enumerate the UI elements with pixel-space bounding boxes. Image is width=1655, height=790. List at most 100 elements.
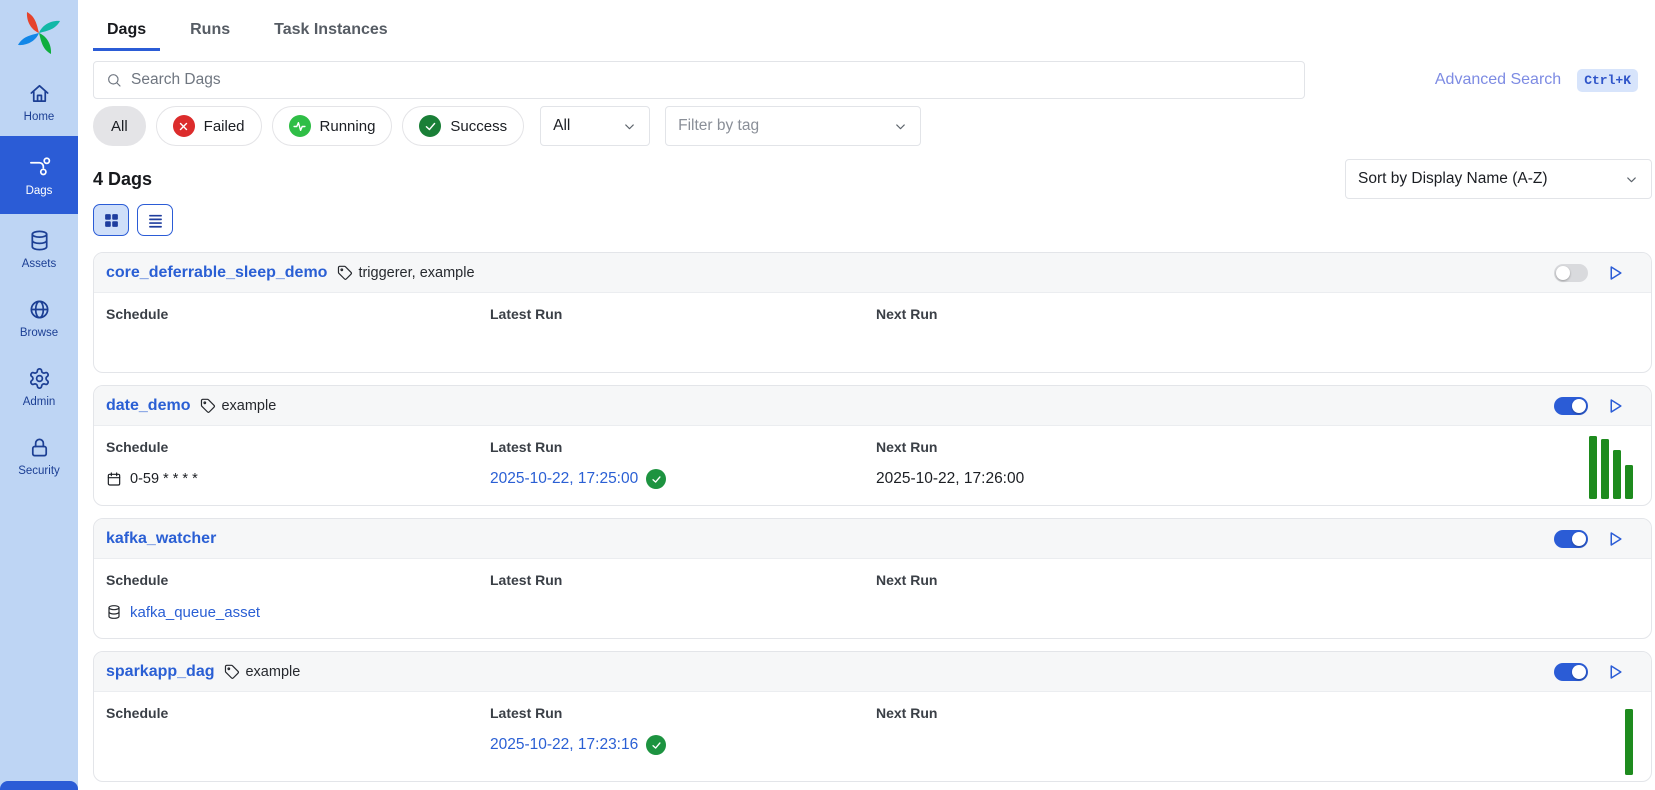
failed-status-icon <box>173 115 195 137</box>
next-run-value <box>876 335 937 357</box>
dag-pause-toggle[interactable] <box>1554 397 1588 415</box>
sidebar-item-assets[interactable]: Assets <box>0 214 78 283</box>
card-view-button[interactable] <box>93 204 129 236</box>
lock-icon <box>28 436 51 459</box>
next-run-column-label: Next Run <box>876 572 937 588</box>
schedule-column-label: Schedule <box>106 439 198 455</box>
keyboard-shortcut-badge: Ctrl+K <box>1577 69 1638 92</box>
sidebar: Home Dags Assets Browse Admin <box>0 0 78 790</box>
view-toggle-group <box>93 204 1652 236</box>
database-icon <box>28 229 51 252</box>
recent-run-history[interactable] <box>1589 436 1633 499</box>
latest-run-column-label: Latest Run <box>490 306 562 322</box>
trigger-dag-button[interactable] <box>1605 529 1625 549</box>
run-duration-bar[interactable] <box>1625 465 1633 499</box>
advanced-search-link[interactable]: Advanced Search <box>1435 71 1561 89</box>
sidebar-item-home[interactable]: Home <box>0 67 78 136</box>
success-badge <box>646 735 666 755</box>
tag-icon <box>224 664 240 680</box>
run-duration-bar[interactable] <box>1589 436 1597 499</box>
run-duration-bar[interactable] <box>1601 439 1609 499</box>
dag-pause-toggle[interactable] <box>1554 264 1588 282</box>
latest-run-column-label: Latest Run <box>490 572 562 588</box>
dag-list: core_deferrable_sleep_demo triggerer, ex… <box>93 252 1652 782</box>
schedule-column-label: Schedule <box>106 705 168 721</box>
dag-icon <box>28 156 51 179</box>
dag-pause-toggle[interactable] <box>1554 663 1588 681</box>
table-view-button[interactable] <box>137 204 173 236</box>
sidebar-item-dags[interactable]: Dags <box>0 136 78 214</box>
schedule-column-label: Schedule <box>106 306 168 322</box>
latest-run-column-label: Latest Run <box>490 705 666 721</box>
sidebar-item-label: Admin <box>23 396 56 408</box>
search-row: Search Dags Advanced Search Ctrl+K <box>93 61 1652 99</box>
dag-card: kafka_watcher Schedule <box>93 518 1652 639</box>
grid-icon <box>103 212 120 229</box>
sidebar-item-label: Assets <box>22 258 57 270</box>
home-icon <box>28 82 51 105</box>
latest-run-value <box>490 335 562 357</box>
latest-run-value: 2025-10-22, 17:23:16 <box>490 734 666 756</box>
dag-tag-text: example <box>245 664 300 680</box>
next-run-column-label: Next Run <box>876 705 937 721</box>
success-badge <box>646 469 666 489</box>
latest-run-link[interactable]: 2025-10-22, 17:23:16 <box>490 736 638 754</box>
dag-title-link[interactable]: sparkapp_dag <box>106 663 214 681</box>
next-run-column-label: Next Run <box>876 439 1024 455</box>
filter-chip-failed[interactable]: Failed <box>156 106 262 146</box>
dag-count-heading: 4 Dags <box>93 169 152 190</box>
dag-title-link[interactable]: date_demo <box>106 397 190 415</box>
schedule-value <box>106 734 168 756</box>
sidebar-footer-strip <box>0 781 78 790</box>
sidebar-item-admin[interactable]: Admin <box>0 352 78 421</box>
next-run-value: 2025-10-22, 17:26:00 <box>876 468 1024 490</box>
dag-tag-text: example <box>221 398 276 414</box>
top-tabs: Dags Runs Task Instances <box>93 0 1652 51</box>
next-run-value <box>876 734 937 756</box>
tab-runs[interactable]: Runs <box>176 14 244 51</box>
latest-run-value: 2025-10-22, 17:25:00 <box>490 468 666 490</box>
filter-chip-running[interactable]: Running <box>272 106 393 146</box>
tag-icon <box>200 398 216 414</box>
dag-title-link[interactable]: kafka_watcher <box>106 530 216 548</box>
sidebar-item-label: Security <box>18 465 60 477</box>
recent-run-history[interactable] <box>1625 709 1633 775</box>
latest-run-link[interactable]: 2025-10-22, 17:25:00 <box>490 470 638 488</box>
search-input[interactable]: Search Dags <box>93 61 1305 99</box>
dag-tags: triggerer, example <box>337 265 474 281</box>
tag-icon <box>337 265 353 281</box>
sidebar-item-browse[interactable]: Browse <box>0 283 78 352</box>
running-status-icon <box>289 115 311 137</box>
trigger-dag-button[interactable] <box>1605 396 1625 416</box>
schedule-asset-link[interactable]: kafka_queue_asset <box>130 604 260 621</box>
airflow-app: Home Dags Assets Browse Admin <box>0 0 1655 790</box>
filter-chip-all[interactable]: All <box>93 106 146 146</box>
tab-task-instances[interactable]: Task Instances <box>260 14 402 51</box>
tag-filter-select[interactable]: Filter by tag <box>665 106 921 146</box>
success-status-icon <box>419 115 441 137</box>
dag-pause-toggle[interactable] <box>1554 530 1588 548</box>
search-placeholder: Search Dags <box>131 71 221 89</box>
schedule-value: kafka_queue_asset <box>106 601 260 623</box>
schedule-value: 0-59 * * * * <box>106 468 198 490</box>
trigger-dag-button[interactable] <box>1605 263 1625 283</box>
dag-card: sparkapp_dag example <box>93 651 1652 782</box>
globe-icon <box>28 298 51 321</box>
dag-title-link[interactable]: core_deferrable_sleep_demo <box>106 264 327 282</box>
next-run-value <box>876 601 937 623</box>
sort-select[interactable]: Sort by Display Name (A-Z) <box>1345 159 1652 199</box>
sidebar-item-security[interactable]: Security <box>0 421 78 490</box>
paused-filter-select[interactable]: All <box>540 106 650 146</box>
database-icon <box>106 604 122 620</box>
run-duration-bar[interactable] <box>1613 450 1621 499</box>
latest-run-column-label: Latest Run <box>490 439 666 455</box>
dag-tags: example <box>224 664 300 680</box>
tab-dags[interactable]: Dags <box>93 14 160 51</box>
airflow-logo[interactable] <box>15 9 63 57</box>
filter-chip-success[interactable]: Success <box>402 106 524 146</box>
schedule-value <box>106 335 168 357</box>
run-duration-bar[interactable] <box>1625 709 1633 775</box>
schedule-column-label: Schedule <box>106 572 260 588</box>
trigger-dag-button[interactable] <box>1605 662 1625 682</box>
search-icon <box>106 72 122 88</box>
